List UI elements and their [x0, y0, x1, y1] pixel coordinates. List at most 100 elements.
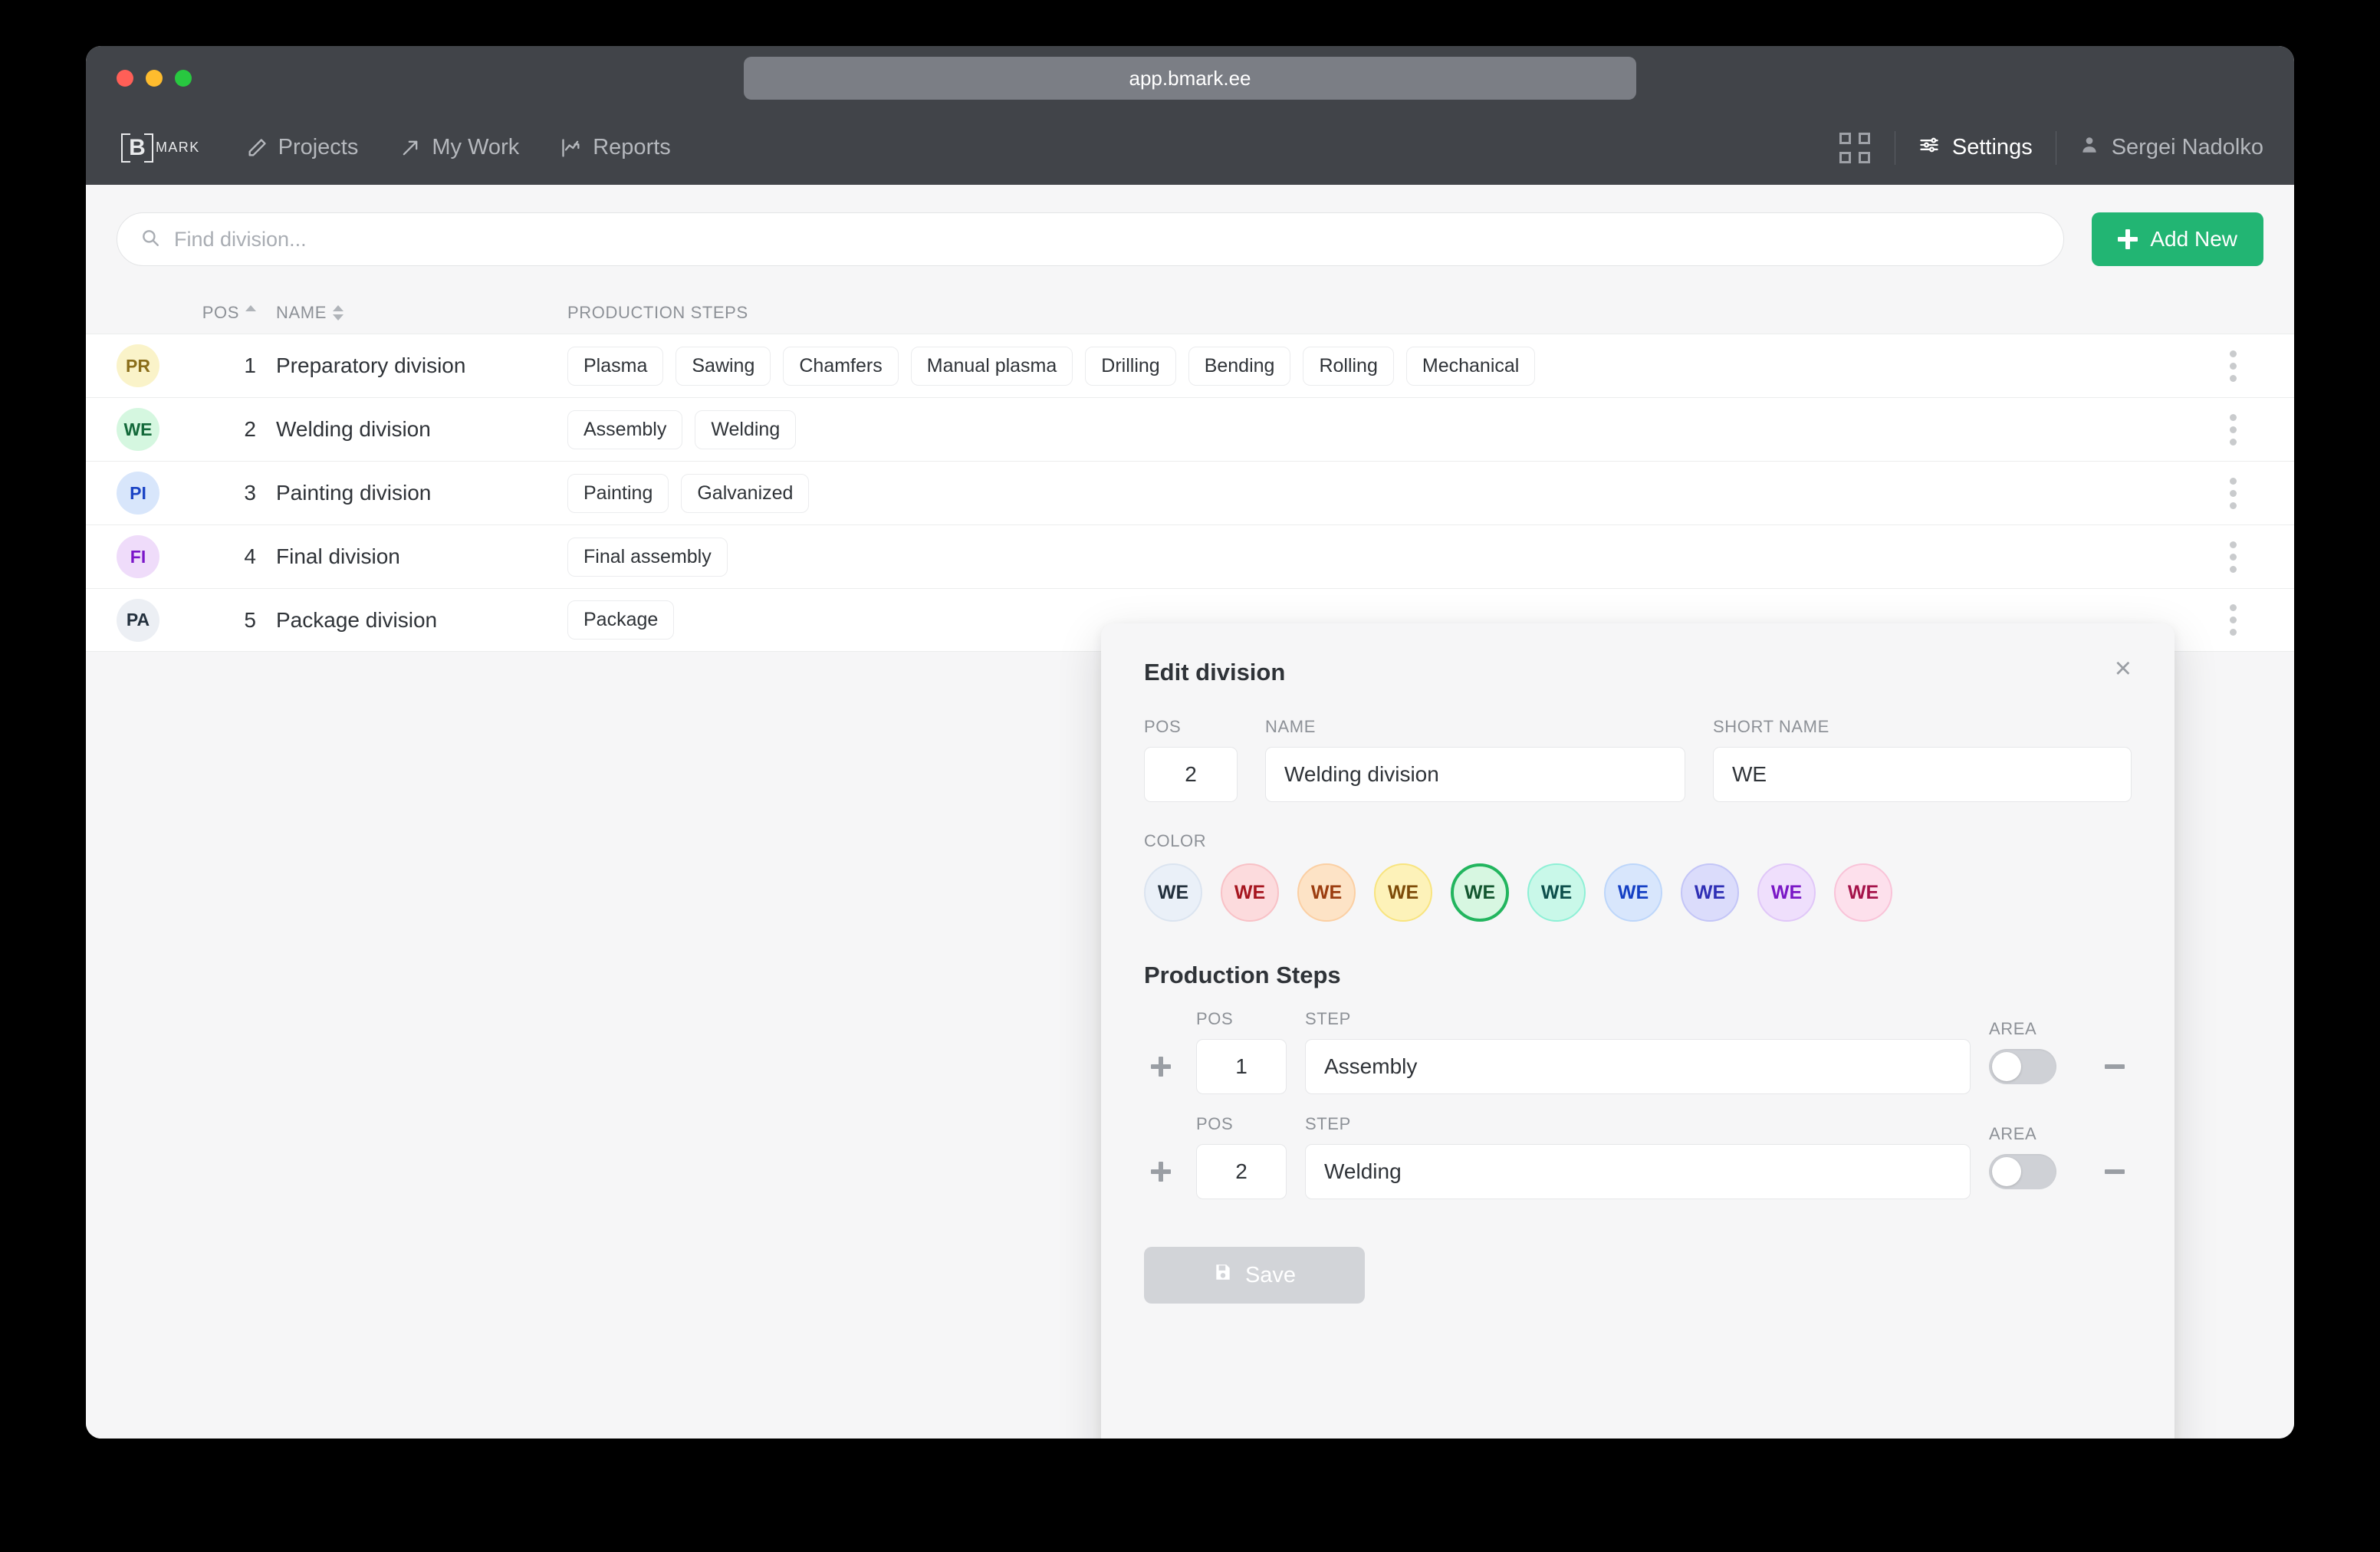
step-name-input[interactable]	[1305, 1144, 1971, 1199]
nav-right-group: Settings Sergei Nadolko	[1838, 130, 2263, 165]
table-row[interactable]: WE 2 Welding division Assembly Welding	[86, 397, 2294, 461]
user-icon	[2079, 135, 2099, 161]
field-short-name: SHORT NAME	[1713, 717, 2132, 802]
color-swatch-green[interactable]: WE	[1451, 863, 1509, 922]
row-actions-menu-icon[interactable]	[2202, 477, 2263, 509]
avatar: PR	[117, 344, 159, 387]
traffic-lights	[117, 70, 192, 87]
color-swatch-pink[interactable]: WE	[1834, 863, 1892, 922]
user-menu-button[interactable]: Sergei Nadolko	[2079, 135, 2263, 161]
production-steps-title: Production Steps	[1144, 962, 1341, 988]
color-label: COLOR	[1144, 831, 1207, 850]
url-bar[interactable]: app.bmark.ee	[744, 57, 1636, 100]
minus-icon	[2105, 1064, 2125, 1069]
column-header-pos-label: POS	[202, 303, 239, 322]
area-toggle[interactable]	[1989, 1154, 2056, 1189]
close-window-icon[interactable]	[117, 70, 133, 87]
modal-title: Edit division	[1144, 659, 1286, 686]
division-fields-row: POS NAME SHORT NAME	[1144, 717, 2132, 802]
name-input[interactable]	[1265, 747, 1685, 802]
field-step-label: STEP	[1305, 1009, 1351, 1028]
color-swatch-blue[interactable]: WE	[1604, 863, 1662, 922]
color-swatch-slate[interactable]: WE	[1144, 863, 1202, 922]
color-swatch-orange[interactable]: WE	[1297, 863, 1356, 922]
divisions-table: POS NAME PRODUCTION STEPS PR 1 Preparatory…	[86, 292, 2294, 652]
color-swatch-yellow[interactable]: WE	[1374, 863, 1432, 922]
search-input[interactable]	[174, 227, 2041, 252]
add-step-button[interactable]	[1144, 1039, 1178, 1094]
nav-item-projects[interactable]: Projects	[246, 135, 359, 160]
minimize-window-icon[interactable]	[146, 70, 163, 87]
avatar: WE	[117, 408, 159, 451]
sliders-icon	[1918, 134, 1940, 162]
maximize-window-icon[interactable]	[175, 70, 192, 87]
search-icon	[140, 228, 160, 252]
plus-icon	[1151, 1162, 1171, 1182]
row-actions-menu-icon[interactable]	[2202, 604, 2263, 636]
edit-division-modal: Edit division × POS NAME SHORT NAME C	[1101, 623, 2175, 1439]
step-tag: Rolling	[1303, 346, 1394, 386]
remove-step-button[interactable]	[2098, 1039, 2132, 1094]
step-pos-input[interactable]	[1196, 1039, 1287, 1094]
step-tag: Chamfers	[783, 346, 899, 386]
table-row[interactable]: PI 3 Painting division Painting Galvanized	[86, 461, 2294, 524]
row-menu-cell	[2202, 477, 2263, 509]
nav-item-reports[interactable]: Reports	[560, 135, 671, 160]
app-logo[interactable]: B MARK	[113, 132, 200, 164]
color-swatch-indigo[interactable]: WE	[1681, 863, 1739, 922]
row-pos: 2	[244, 417, 256, 441]
color-swatch-teal[interactable]: WE	[1527, 863, 1586, 922]
short-name-input[interactable]	[1713, 747, 2132, 802]
column-header-name-label: NAME	[276, 303, 327, 322]
column-header-pos[interactable]: POS	[187, 303, 276, 323]
table-row[interactable]: FI 4 Final division Final assembly	[86, 524, 2294, 588]
field-step-pos: POS	[1196, 1114, 1287, 1199]
close-icon[interactable]: ×	[2115, 654, 2132, 682]
avatar-cell: PA	[117, 598, 187, 642]
nav-item-my-work[interactable]: My Work	[399, 135, 519, 160]
step-tag: Drilling	[1085, 346, 1176, 386]
page-toolbar: Add New	[86, 185, 2294, 266]
step-pos-input[interactable]	[1196, 1144, 1287, 1199]
row-name: Welding division	[276, 417, 431, 441]
column-header-name[interactable]: NAME	[276, 303, 567, 323]
search-bar[interactable]	[117, 212, 2065, 266]
field-name-label: NAME	[1265, 717, 1316, 736]
add-step-button[interactable]	[1144, 1144, 1178, 1199]
field-step-name: STEP	[1305, 1114, 1971, 1199]
sort-asc-icon	[245, 305, 256, 321]
save-button[interactable]: Save	[1144, 1247, 1365, 1304]
settings-button[interactable]: Settings	[1918, 134, 2033, 162]
avatar: PA	[117, 598, 159, 642]
browser-titlebar: app.bmark.ee	[86, 46, 2294, 110]
add-new-button[interactable]: Add New	[2092, 212, 2263, 266]
table-header-row: POS NAME PRODUCTION STEPS	[86, 292, 2294, 334]
color-swatches: WE WE WE WE WE WE WE WE WE WE	[1144, 863, 2132, 922]
production-steps-list: POS STEP AREA POS STEP AREA	[1144, 1009, 2132, 1199]
area-toggle[interactable]	[1989, 1049, 2056, 1084]
step-name-input[interactable]	[1305, 1039, 1971, 1094]
pos-input[interactable]	[1144, 747, 1238, 802]
fullscreen-icon[interactable]	[1838, 131, 1872, 165]
row-actions-menu-icon[interactable]	[2202, 350, 2263, 382]
row-pos: 1	[244, 353, 256, 377]
field-step-pos: POS	[1196, 1009, 1287, 1094]
field-area-label: AREA	[1989, 1019, 2037, 1038]
remove-step-button[interactable]	[2098, 1144, 2132, 1199]
color-swatch-red[interactable]: WE	[1221, 863, 1279, 922]
row-actions-menu-icon[interactable]	[2202, 541, 2263, 573]
field-step-pos-label: POS	[1196, 1114, 1234, 1133]
field-short-name-label: SHORT NAME	[1713, 717, 1829, 736]
nav-item-projects-label: Projects	[278, 135, 359, 159]
browser-window: app.bmark.ee B MARK Projects My Work Rep…	[86, 46, 2294, 1439]
row-actions-menu-icon[interactable]	[2202, 413, 2263, 446]
field-step-name: STEP	[1305, 1009, 1971, 1094]
table-body: PR 1 Preparatory division Plasma Sawing Chamf…	[86, 334, 2294, 652]
table-row[interactable]: PR 1 Preparatory division Plasma Sawing Chamf…	[86, 334, 2294, 397]
row-menu-cell	[2202, 541, 2263, 573]
color-swatch-purple[interactable]: WE	[1757, 863, 1816, 922]
row-pos: 5	[244, 607, 256, 632]
step-tag: Assembly	[567, 409, 683, 449]
settings-label: Settings	[1951, 135, 2033, 159]
production-step-row: POS STEP AREA	[1144, 1114, 2132, 1199]
